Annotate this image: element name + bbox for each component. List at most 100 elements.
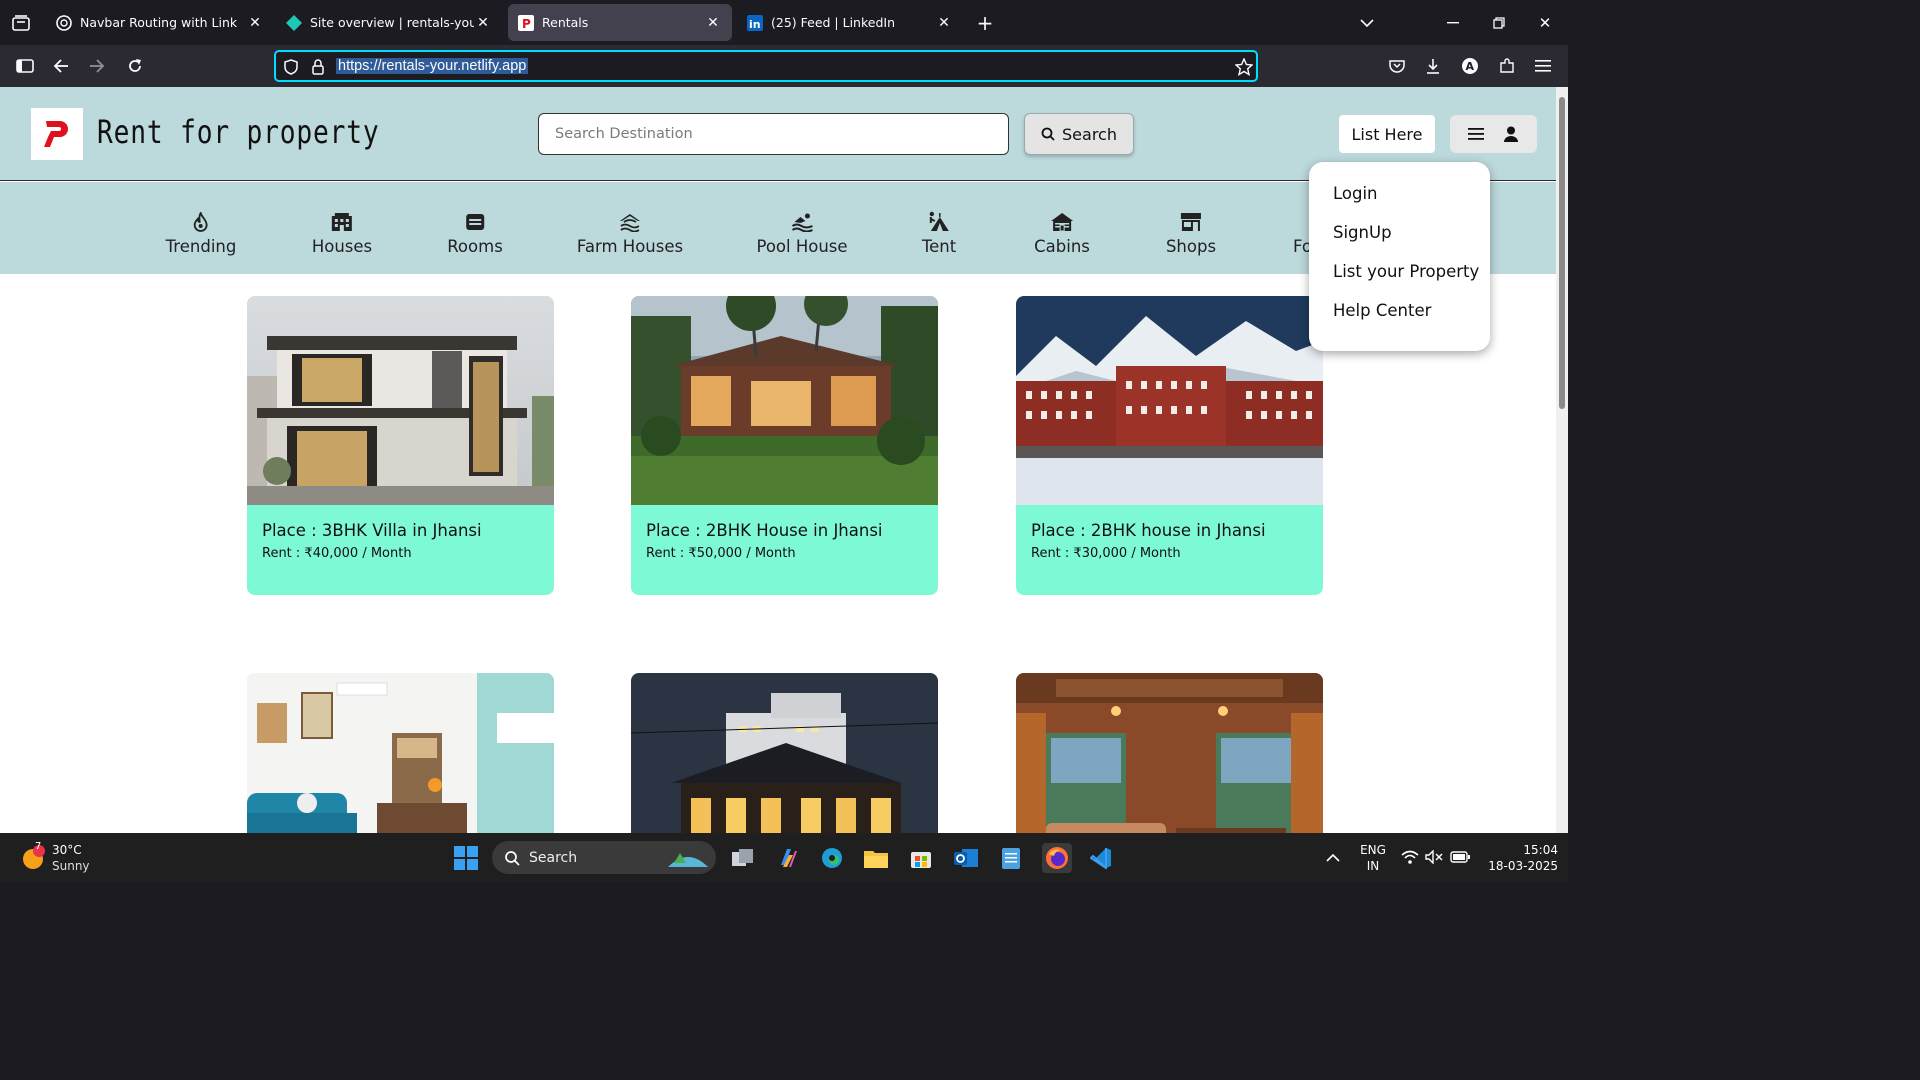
tab-title: Site overview | rentals-your | Ne: [310, 15, 474, 30]
swimmer-icon: [791, 213, 813, 232]
scrollbar-thumb[interactable]: [1559, 97, 1565, 409]
category-cabins[interactable]: Cabins: [1034, 209, 1090, 256]
close-tab-icon[interactable]: ✕: [246, 15, 264, 31]
close-window-icon[interactable]: ✕: [1534, 12, 1556, 34]
listing-image[interactable]: [247, 296, 554, 505]
tracking-protection-icon[interactable]: [282, 58, 300, 76]
close-tab-icon[interactable]: ✕: [474, 15, 492, 31]
bing-highlight-icon: [668, 853, 708, 867]
show-hidden-icons-icon[interactable]: [1322, 847, 1344, 869]
category-label: Trending: [165, 237, 237, 256]
extensions-icon[interactable]: [1496, 55, 1518, 77]
app-menu-icon[interactable]: [1532, 55, 1554, 77]
list-all-tabs-icon[interactable]: [1356, 12, 1378, 34]
windows-taskbar: 7 30°C Sunny Search ENG IN 15:04 18-03-2…: [0, 833, 1568, 882]
clock[interactable]: 15:04 18-03-2025: [1478, 841, 1558, 875]
brand-name[interactable]: Rent for property: [97, 113, 380, 151]
listing-image[interactable]: [247, 673, 554, 833]
category-label: Houses: [311, 237, 373, 256]
wifi-icon[interactable]: [1400, 847, 1420, 867]
copilot-icon[interactable]: [775, 845, 801, 871]
category-farm-houses[interactable]: Farm Houses: [577, 209, 683, 256]
menu-item-login[interactable]: Login: [1309, 184, 1490, 223]
category-shops[interactable]: Shops: [1166, 209, 1216, 256]
menu-item-signup[interactable]: SignUp: [1309, 223, 1490, 262]
back-icon[interactable]: [50, 55, 72, 77]
category-houses[interactable]: Houses: [312, 209, 372, 256]
listing-image[interactable]: [1016, 296, 1323, 505]
notepad-icon[interactable]: [998, 845, 1024, 871]
lock-icon[interactable]: [309, 58, 327, 76]
tab-linkedin[interactable]: in (25) Feed | LinkedIn ✕: [737, 4, 963, 41]
tab-list-icon[interactable]: [10, 12, 32, 34]
edge-icon[interactable]: [819, 845, 845, 871]
fire-icon: [194, 212, 208, 232]
weather-badge: 7: [35, 841, 42, 852]
bookmark-star-icon[interactable]: [1234, 57, 1254, 77]
file-explorer-icon[interactable]: [863, 845, 889, 871]
search-button[interactable]: Search: [1024, 113, 1134, 155]
listing-rent: Rent : ₹40,000 / Month: [262, 546, 412, 561]
search-button-label: Search: [1062, 124, 1117, 144]
listing-image[interactable]: [631, 296, 938, 505]
category-rooms[interactable]: Rooms: [447, 209, 503, 256]
restore-window-icon[interactable]: [1488, 12, 1510, 34]
shop-icon: [1180, 213, 1201, 231]
listing-card[interactable]: [1016, 673, 1323, 833]
category-label: Pool House: [756, 237, 848, 256]
page-scrollbar[interactable]: [1556, 87, 1568, 833]
close-tab-icon[interactable]: ✕: [704, 15, 722, 31]
task-view-icon[interactable]: [730, 845, 756, 871]
listing-card[interactable]: [631, 673, 938, 833]
taskbar-search[interactable]: Search: [492, 841, 716, 874]
downloads-icon[interactable]: [1422, 55, 1444, 77]
address-bar[interactable]: https://rentals-your.netlify.app: [274, 50, 1258, 82]
tab-site-overview[interactable]: Site overview | rentals-your | Ne ✕: [276, 4, 502, 41]
tab-navbar-routing[interactable]: Navbar Routing with Link ✕: [46, 4, 274, 41]
menu-item-list-property[interactable]: List your Property: [1309, 262, 1490, 301]
listing-image[interactable]: [631, 673, 938, 833]
hamburger-icon: [1467, 128, 1484, 140]
category-tent[interactable]: Tent: [922, 209, 956, 256]
battery-icon[interactable]: [1450, 847, 1470, 867]
weather-widget[interactable]: 7 30°C Sunny: [20, 841, 120, 875]
logo-mark-icon: [44, 121, 68, 147]
user-menu-button[interactable]: [1450, 115, 1537, 153]
menu-item-help-center[interactable]: Help Center: [1309, 301, 1490, 340]
microsoft-store-icon[interactable]: [908, 845, 934, 871]
browser-toolbar: https://rentals-your.netlify.app A: [0, 45, 1568, 87]
minimize-window-icon[interactable]: [1442, 12, 1464, 34]
url-text[interactable]: https://rentals-your.netlify.app: [336, 58, 529, 74]
start-button[interactable]: [453, 845, 479, 871]
volume-muted-icon[interactable]: [1424, 847, 1444, 867]
listing-card[interactable]: Place : 3BHK Villa in Jhansi Rent : ₹40,…: [247, 296, 554, 595]
reload-icon[interactable]: [124, 55, 146, 77]
account-icon[interactable]: A: [1459, 55, 1481, 77]
category-pool-house[interactable]: Pool House: [756, 209, 848, 256]
listing-card[interactable]: [247, 673, 554, 833]
listing-card[interactable]: Place : 2BHK house in Jhansi Rent : ₹30,…: [1016, 296, 1323, 595]
pocket-icon[interactable]: [1386, 55, 1408, 77]
search-destination-input[interactable]: [538, 113, 1009, 155]
forward-icon[interactable]: [86, 55, 108, 77]
outlook-icon[interactable]: [953, 845, 979, 871]
vscode-icon[interactable]: [1088, 845, 1114, 871]
site-logo[interactable]: [31, 108, 83, 160]
tab-rentals[interactable]: P Rentals ✕: [508, 4, 732, 41]
language-line1: ENG: [1360, 843, 1386, 857]
list-here-button[interactable]: List Here: [1339, 115, 1435, 153]
sidebar-icon[interactable]: [14, 55, 36, 77]
sun-icon: [23, 845, 45, 869]
category-trending[interactable]: Trending: [165, 209, 237, 256]
close-tab-icon[interactable]: ✕: [935, 15, 953, 31]
listing-image[interactable]: [1016, 673, 1323, 833]
user-dropdown-menu: Login SignUp List your Property Help Cen…: [1309, 162, 1490, 351]
farm-icon: [619, 214, 640, 232]
netlify-icon: [286, 14, 302, 31]
firefox-icon[interactable]: [1042, 843, 1072, 873]
search-icon: [505, 850, 520, 866]
language-indicator[interactable]: ENG IN: [1354, 841, 1392, 875]
new-tab-icon[interactable]: +: [974, 11, 996, 35]
clock-time: 15:04: [1523, 843, 1558, 857]
listing-card[interactable]: Place : 2BHK House in Jhansi Rent : ₹50,…: [631, 296, 938, 595]
